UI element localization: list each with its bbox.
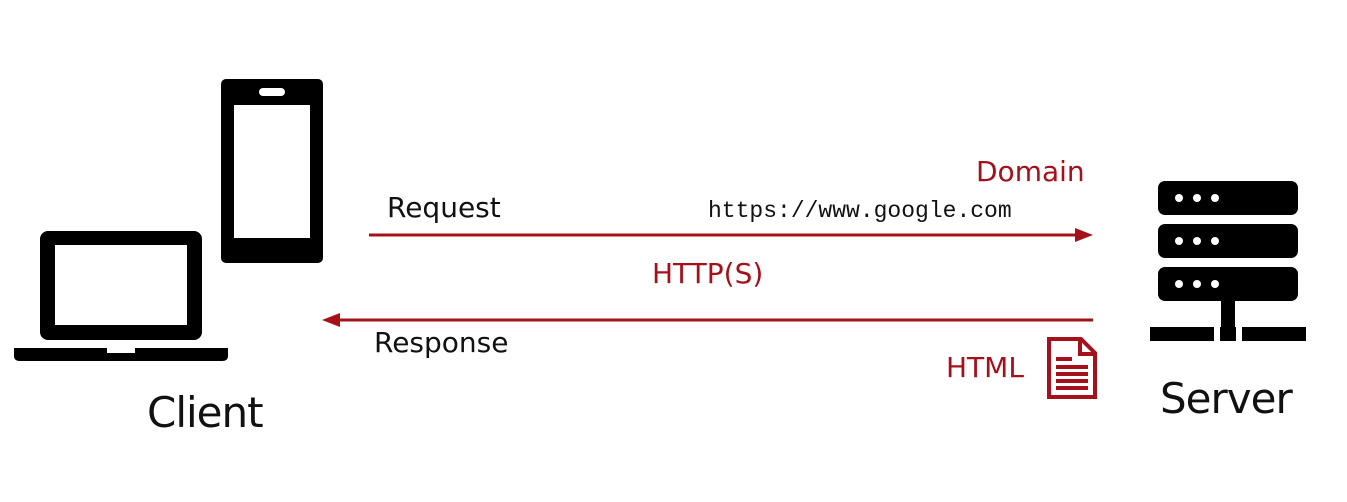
laptop-icon	[14, 231, 228, 361]
document-icon	[1047, 337, 1097, 399]
protocol-label: HTTP(S)	[652, 257, 764, 290]
smartphone-icon	[221, 79, 323, 263]
response-label: Response	[374, 326, 509, 359]
server-rack-icon	[1150, 181, 1306, 341]
html-label: HTML	[946, 351, 1024, 384]
request-arrow	[369, 228, 1093, 242]
request-label: Request	[387, 191, 501, 224]
server-label: Server	[1160, 374, 1293, 423]
client-label: Client	[147, 388, 264, 437]
url-text: https://www.google.com	[708, 198, 1012, 224]
domain-label: Domain	[976, 155, 1085, 188]
